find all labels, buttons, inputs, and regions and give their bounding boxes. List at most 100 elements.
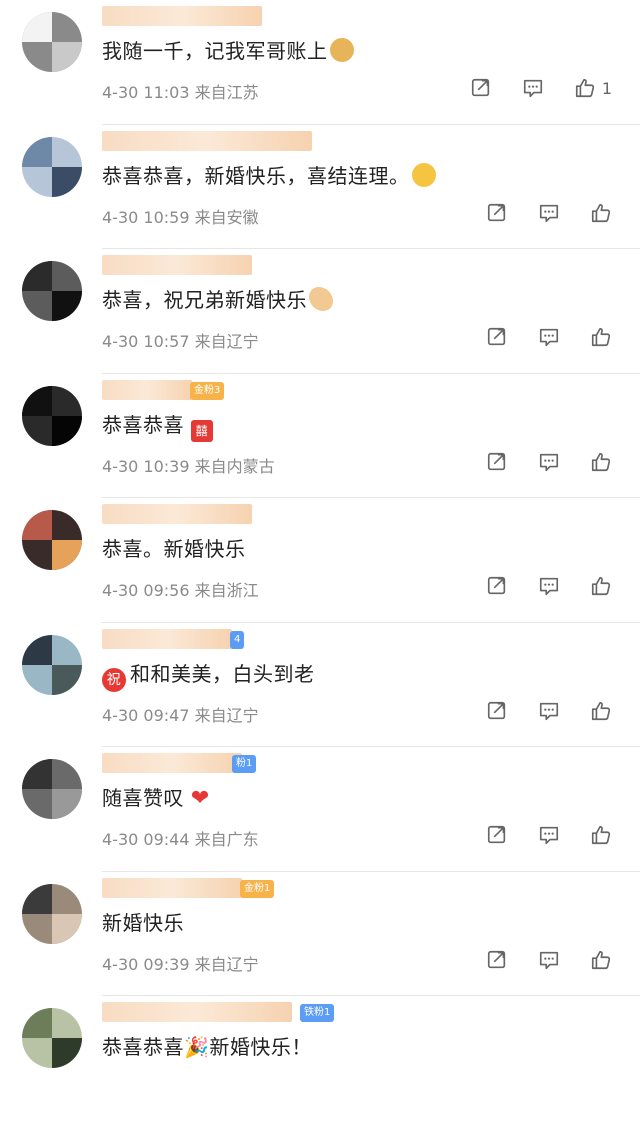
comment-content: 随喜赞叹 ❤: [102, 783, 210, 814]
avatar[interactable]: [22, 385, 82, 446]
like-icon[interactable]: [590, 949, 612, 971]
comment-text: 随喜赞叹: [102, 786, 184, 810]
like-icon[interactable]: [574, 77, 596, 99]
share-icon[interactable]: [486, 326, 508, 348]
double-happiness-icon: 囍: [190, 419, 213, 442]
share-icon[interactable]: [486, 949, 508, 971]
avatar[interactable]: [22, 261, 82, 321]
comment-time: 4-30 09:39: [102, 954, 190, 974]
comment-item[interactable]: 金粉3 恭喜恭喜 囍 4-30 10:39 来自内蒙古: [0, 374, 640, 498]
comment-actions: [486, 700, 612, 722]
fan-badge: 金粉3: [190, 381, 225, 400]
comment-icon[interactable]: [538, 949, 560, 971]
username-blurred[interactable]: [102, 1002, 292, 1022]
comment-item[interactable]: 恭喜，祝兄弟新婚快乐 4-30 10:57 来自辽宁: [0, 249, 640, 374]
comment-icon[interactable]: [538, 326, 560, 348]
comment-location: 来自辽宁: [194, 954, 259, 974]
comment-actions: [486, 326, 612, 348]
like-icon[interactable]: [590, 202, 612, 224]
fan-badge: 铁粉1: [300, 1004, 335, 1022]
comment-icon[interactable]: [538, 451, 560, 473]
avatar[interactable]: [22, 634, 82, 695]
username-blurred[interactable]: [102, 877, 242, 898]
like-icon[interactable]: [590, 824, 612, 846]
comment-content: 祝和和美美，白头到老: [102, 659, 315, 692]
comment-meta: 4-30 09:39 来自辽宁: [102, 951, 259, 975]
kiss-emoji-icon: [411, 162, 436, 187]
comment-location: 来自江苏: [194, 83, 259, 102]
comment-item[interactable]: 恭喜恭喜，新婚快乐，喜结连理。 4-30 10:59 来自安徽: [0, 125, 640, 249]
comment-time: 4-30 10:57: [102, 332, 190, 351]
username-blurred[interactable]: [102, 255, 252, 275]
comment-item[interactable]: 恭喜。新婚快乐 4-30 09:56 来自浙江: [0, 498, 640, 623]
comment-content: 新婚快乐: [102, 908, 184, 938]
comment-content: 恭喜恭喜🎉新婚快乐！: [102, 1032, 312, 1062]
comment-actions: [486, 824, 612, 846]
username-blurred[interactable]: [102, 504, 252, 524]
share-icon[interactable]: [486, 700, 508, 722]
username-blurred[interactable]: [102, 130, 312, 151]
comment-content: 恭喜，祝兄弟新婚快乐: [102, 285, 333, 315]
comment-time: 4-30 09:47: [102, 705, 190, 725]
comment-list: 我随一千，记我军哥账上 4-30 11:03 来自江苏 1 恭喜恭喜，新婚快乐，…: [0, 0, 640, 1121]
comment-icon[interactable]: [522, 77, 544, 99]
comment-item[interactable]: 粉1 随喜赞叹 ❤ 4-30 09:44 来自广东: [0, 747, 640, 872]
share-icon[interactable]: [486, 824, 508, 846]
comment-meta: 4-30 10:39 来自内蒙古: [102, 453, 275, 477]
comment-icon[interactable]: [538, 700, 560, 722]
comment-location: 来自辽宁: [194, 705, 259, 725]
fan-badge: 4: [230, 630, 245, 649]
comment-text: 恭喜，祝兄弟新婚快乐: [102, 288, 307, 312]
comment-text: 恭喜恭喜，新婚快乐，喜结连理。: [102, 163, 410, 188]
username-blurred[interactable]: [102, 379, 192, 400]
comment-time: 4-30 09:44: [102, 830, 190, 849]
comment-text: 恭喜恭喜: [102, 412, 184, 437]
comment-location: 来自辽宁: [194, 332, 259, 351]
comment-item[interactable]: 铁粉1 恭喜恭喜🎉新婚快乐！: [0, 996, 640, 1121]
comment-time: 4-30 10:39: [102, 456, 190, 476]
username-blurred[interactable]: [102, 628, 232, 649]
fan-badge: 金粉1: [240, 879, 275, 898]
avatar[interactable]: [22, 136, 82, 197]
avatar[interactable]: [22, 883, 82, 944]
comment-text: 恭喜。新婚快乐: [102, 537, 246, 561]
heart-icon: ❤: [190, 786, 210, 811]
like-icon[interactable]: [590, 451, 612, 473]
zhu-badge-icon: 祝: [102, 667, 126, 692]
username-blurred[interactable]: [102, 6, 262, 26]
comment-text: 新婚快乐: [102, 910, 184, 935]
like-icon[interactable]: [590, 326, 612, 348]
comment-location: 来自浙江: [194, 581, 259, 600]
comment-item[interactable]: 我随一千，记我军哥账上 4-30 11:03 来自江苏 1: [0, 0, 640, 125]
comment-time: 4-30 10:59: [102, 207, 190, 227]
like-count: 1: [601, 78, 612, 98]
comment-location: 来自内蒙古: [194, 456, 275, 476]
comment-actions: [486, 575, 612, 597]
username-blurred[interactable]: [102, 753, 242, 773]
avatar[interactable]: [22, 1008, 82, 1068]
comment-time: 4-30 11:03: [102, 83, 190, 102]
avatar[interactable]: [22, 12, 82, 72]
comment-actions: 1: [470, 77, 612, 99]
fan-badge: 粉1: [232, 755, 257, 773]
comment-time: 4-30 09:56: [102, 581, 190, 600]
clap-emoji-icon: [309, 287, 333, 311]
doge-emoji-icon: [329, 38, 354, 62]
comment-item[interactable]: 金粉1 新婚快乐 4-30 09:39 来自辽宁: [0, 872, 640, 996]
like-icon[interactable]: [590, 575, 612, 597]
comment-icon[interactable]: [538, 202, 560, 224]
share-icon[interactable]: [486, 575, 508, 597]
share-icon[interactable]: [470, 77, 492, 99]
comment-icon[interactable]: [538, 824, 560, 846]
comment-meta: 4-30 09:47 来自辽宁: [102, 702, 259, 726]
share-icon[interactable]: [486, 202, 508, 224]
comment-content: 恭喜。新婚快乐: [102, 534, 246, 564]
avatar[interactable]: [22, 510, 82, 570]
avatar[interactable]: [22, 759, 82, 819]
comment-item[interactable]: 4 祝和和美美，白头到老 4-30 09:47 来自辽宁: [0, 623, 640, 747]
like-icon[interactable]: [590, 700, 612, 722]
comment-meta: 4-30 11:03 来自江苏: [102, 79, 259, 103]
comment-text-part: 新婚快乐！: [209, 1035, 312, 1059]
share-icon[interactable]: [486, 451, 508, 473]
comment-icon[interactable]: [538, 575, 560, 597]
